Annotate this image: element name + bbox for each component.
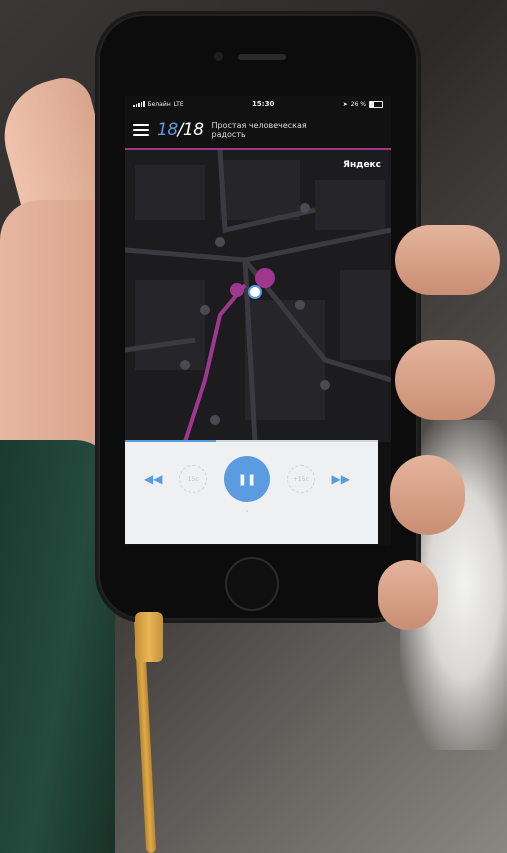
progress-bar[interactable] (125, 440, 378, 442)
phone: Белайн LTE 15:30 ➤ 26 % 18/18 Простая че… (98, 14, 418, 620)
track-title: Простая человеческая радость (211, 121, 307, 139)
home-button[interactable] (225, 557, 279, 611)
track-counter: 18/18 (157, 120, 204, 140)
carrier-name: Белайн (147, 100, 171, 108)
audio-point-marker[interactable] (230, 283, 244, 297)
pause-icon: ❚❚ (237, 472, 257, 486)
skip-forward-button[interactable]: +15с (286, 465, 315, 493)
user-location-marker (248, 285, 262, 299)
status-bar: Белайн LTE 15:30 ➤ 26 % (125, 96, 391, 112)
counter-total: 18 (182, 120, 204, 140)
app-bar: 18/18 Простая человеческая радость (125, 112, 391, 150)
hamburger-menu-icon[interactable] (133, 124, 149, 136)
player-controls: ◀◀ 15с ❚❚ +15с ▶▶ (125, 446, 378, 508)
audio-point-marker[interactable] (255, 268, 275, 288)
skip-back-button[interactable]: 15с (179, 465, 208, 493)
earpiece-speaker (238, 54, 286, 60)
network-type: LTE (173, 100, 184, 108)
audio-player: ◀◀ 15с ❚❚ +15с ▶▶ ⌃ (125, 440, 378, 544)
signal-icon (133, 101, 145, 107)
hand-finger (378, 560, 438, 630)
front-camera (214, 52, 223, 61)
hand-finger (395, 225, 500, 295)
counter-current: 18 (157, 120, 178, 140)
hand-finger (395, 340, 495, 420)
status-time: 15:30 (252, 100, 275, 108)
map-view[interactable]: Яндекс (125, 149, 391, 443)
headphone-plug (135, 612, 163, 662)
next-track-icon[interactable]: ▶▶ (332, 472, 350, 486)
map-brand: Яндекс (343, 160, 381, 170)
location-icon: ➤ (342, 100, 348, 108)
previous-track-icon[interactable]: ◀◀ (144, 472, 162, 486)
map-canvas (125, 149, 391, 443)
pause-button[interactable]: ❚❚ (224, 456, 270, 502)
progress-fill (125, 440, 216, 442)
battery-icon (369, 100, 383, 108)
phone-screen: Белайн LTE 15:30 ➤ 26 % 18/18 Простая че… (125, 96, 391, 546)
hand-finger (390, 455, 465, 535)
battery-percent: 26 % (350, 100, 366, 108)
expand-chevron-icon[interactable]: ⌃ (125, 510, 378, 516)
